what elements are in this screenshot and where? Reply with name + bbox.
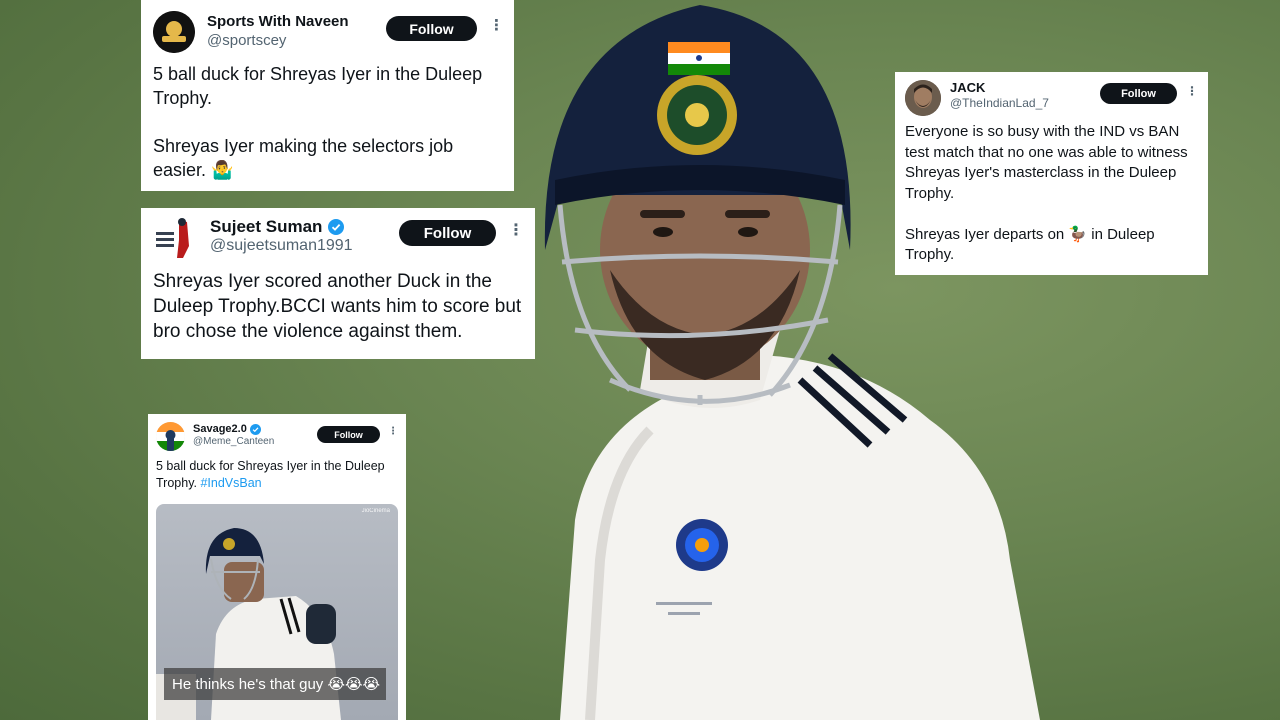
author-handle[interactable]: @TheIndianLad_7 [950, 96, 1049, 110]
tweet-card-sports-with-naveen[interactable]: Sports With Naveen @sportscey Follow ⋮ 5… [141, 0, 514, 191]
more-options-icon[interactable]: ⋮ [489, 18, 504, 33]
author-handle[interactable]: @sujeetsuman1991 [210, 237, 353, 255]
follow-button[interactable]: Follow [1100, 83, 1177, 104]
follow-button[interactable]: Follow [399, 220, 496, 246]
author-name[interactable]: Sports With Naveen [207, 13, 349, 30]
player-avatar-icon [153, 216, 197, 260]
tweet-text: Everyone is so busy with the IND vs BAN … [905, 123, 1188, 263]
author-handle[interactable]: @Meme_Canteen [193, 436, 274, 447]
author-name[interactable]: Savage2.0 [193, 423, 261, 435]
tweet-text: 5 ball duck for Shreyas Iyer in the Dule… [156, 458, 402, 492]
profile-photo-icon [905, 80, 941, 116]
tweet-text: 5 ball duck for Shreyas Iyer in the Dule… [153, 64, 483, 180]
tweet-card-sujeet-suman[interactable]: Sujeet Suman @sujeetsuman1991 Follow ⋮ S… [141, 208, 535, 359]
avatar[interactable] [153, 11, 195, 53]
author-name-text: Sujeet Suman [210, 217, 323, 236]
verified-badge-icon [328, 219, 345, 235]
tweet-card-savage[interactable]: Savage2.0 @Meme_Canteen Follow ⋮ 5 ball … [148, 414, 406, 720]
flag-avatar-icon [156, 422, 185, 451]
author-name-text: JACK [950, 80, 986, 95]
author-name-text: Sports With Naveen [207, 13, 349, 30]
author-name-text: Savage2.0 [193, 423, 247, 435]
follow-button[interactable]: Follow [386, 16, 477, 41]
media-watermark: JioCinema [361, 508, 390, 514]
tweet-media-image[interactable]: JioCinema He thinks he's that guy 😭😭😭 [156, 504, 398, 720]
author-name[interactable]: Sujeet Suman [210, 217, 345, 237]
avatar[interactable] [905, 80, 941, 116]
tweet-card-jack[interactable]: JACK @TheIndianLad_7 Follow ⋮ Everyone i… [895, 72, 1208, 275]
avatar[interactable] [156, 422, 185, 451]
sports-logo-icon [153, 11, 195, 53]
more-options-icon[interactable]: ⋮ [388, 427, 398, 437]
tweet-text-content: 5 ball duck for Shreyas Iyer in the Dule… [156, 459, 385, 490]
more-options-icon[interactable]: ⋮ [1186, 85, 1198, 97]
author-handle[interactable]: @sportscey [207, 32, 286, 49]
media-caption: He thinks he's that guy 😭😭😭 [164, 668, 386, 700]
author-name[interactable]: JACK [950, 80, 985, 95]
more-options-icon[interactable]: ⋮ [508, 223, 524, 239]
hashtag-link[interactable]: #IndVsBan [200, 476, 261, 490]
avatar[interactable] [153, 216, 197, 260]
verified-badge-icon [249, 423, 261, 435]
tweet-text: Shreyas Iyer scored another Duck in the … [153, 271, 522, 342]
follow-button[interactable]: Follow [317, 426, 380, 443]
